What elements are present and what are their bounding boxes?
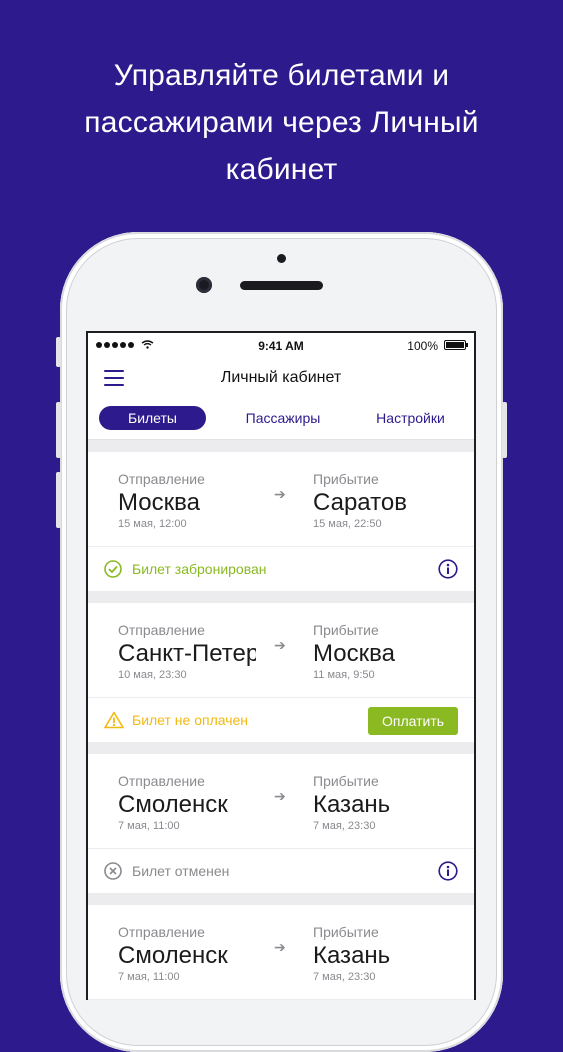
volume-up-button	[56, 402, 61, 458]
ticket-card[interactable]: Отправление Санкт-Петербург 10 мая, 23:3…	[88, 603, 474, 742]
departure-city: Москва	[118, 489, 200, 516]
ticket-card[interactable]: Отправление Смоленск 7 мая, 11:00 ➔ Приб…	[88, 905, 474, 1000]
departure-time: 10 мая, 23:30	[118, 669, 187, 681]
arrival-time: 7 мая, 23:30	[313, 971, 376, 983]
power-button	[502, 402, 507, 458]
tab-tickets[interactable]: Билеты	[99, 406, 206, 430]
arrival-label: Прибытие	[313, 471, 379, 487]
phone-screen: 9:41 AM 100% Личный кабинет Билеты Пасса…	[86, 331, 476, 1000]
tab-passengers[interactable]: Пассажиры	[238, 406, 328, 430]
promo-headline: Управляйте билетами и пассажирами через …	[0, 52, 563, 193]
info-icon[interactable]	[438, 861, 458, 881]
arrival-city: Москва	[313, 640, 395, 667]
front-camera	[196, 277, 212, 293]
ticket-card[interactable]: Отправление Москва 15 мая, 12:00 ➔ Прибы…	[88, 452, 474, 591]
departure-label: Отправление	[118, 773, 205, 789]
arrow-right-icon: ➔	[274, 939, 286, 955]
departure-time: 7 мая, 11:00	[118, 971, 180, 983]
headline-line-2: пассажирами через Личный	[84, 106, 479, 139]
arrival-city: Саратов	[313, 489, 407, 516]
departure-city: Смоленск	[118, 942, 228, 969]
arrival-label: Прибытие	[313, 773, 379, 789]
status-bar: 9:41 AM 100%	[88, 333, 474, 359]
headline-line-3: кабинет	[225, 153, 338, 186]
tab-bar: Билеты Пассажиры Настройки	[88, 397, 474, 440]
arrival-label: Прибытие	[313, 622, 379, 638]
arrival-time: 7 мая, 23:30	[313, 820, 376, 832]
proximity-sensor	[277, 254, 286, 263]
ticket-route: Отправление Смоленск 7 мая, 11:00 ➔ Приб…	[88, 905, 474, 1000]
arrival-time: 15 мая, 22:50	[313, 518, 382, 530]
arrival-city: Казань	[313, 791, 391, 818]
arrow-right-icon: ➔	[274, 486, 286, 502]
page-title: Личный кабинет	[220, 369, 342, 386]
headline-line-1: Управляйте билетами и	[113, 59, 450, 92]
tab-settings[interactable]: Настройки	[368, 406, 453, 430]
cancel-circle-icon	[104, 862, 122, 880]
ticket-status-text: Билет забронирован	[132, 561, 267, 577]
ticket-route: Отправление Смоленск 7 мая, 11:00 ➔ Приб…	[88, 754, 474, 849]
departure-label: Отправление	[118, 924, 205, 940]
arrow-right-icon: ➔	[274, 637, 286, 653]
ticket-status-row: Билет не оплачен Оплатить	[88, 698, 474, 742]
nav-bar: Личный кабинет	[88, 359, 474, 397]
departure-label: Отправление	[118, 471, 205, 487]
departure-time: 7 мая, 11:00	[118, 820, 180, 832]
warning-icon	[104, 711, 124, 729]
pay-button[interactable]: Оплатить	[368, 707, 458, 735]
ticket-status-text: Билет не оплачен	[132, 712, 249, 728]
battery-icon	[444, 340, 468, 350]
departure-time: 15 мая, 12:00	[118, 518, 187, 530]
departure-city: Санкт-Петербург	[118, 640, 256, 667]
ticket-status-text: Билет отменен	[132, 863, 230, 879]
mute-switch	[56, 337, 61, 367]
arrival-time: 11 мая, 9:50	[313, 669, 375, 681]
arrow-right-icon: ➔	[274, 788, 286, 804]
check-circle-icon	[104, 560, 122, 578]
info-icon[interactable]	[438, 559, 458, 579]
ticket-route: Отправление Москва 15 мая, 12:00 ➔ Прибы…	[88, 452, 474, 547]
battery-percent: 100%	[407, 339, 438, 353]
ticket-card[interactable]: Отправление Смоленск 7 мая, 11:00 ➔ Приб…	[88, 754, 474, 893]
ticket-status-row: Билет забронирован	[88, 547, 474, 591]
volume-down-button	[56, 472, 61, 528]
arrival-city: Казань	[313, 942, 391, 969]
departure-city: Смоленск	[118, 791, 228, 818]
ticket-route: Отправление Санкт-Петербург 10 мая, 23:3…	[88, 603, 474, 698]
departure-label: Отправление	[118, 622, 205, 638]
earpiece-speaker	[240, 281, 323, 290]
ticket-status-row: Билет отменен	[88, 849, 474, 893]
arrival-label: Прибытие	[313, 924, 379, 940]
